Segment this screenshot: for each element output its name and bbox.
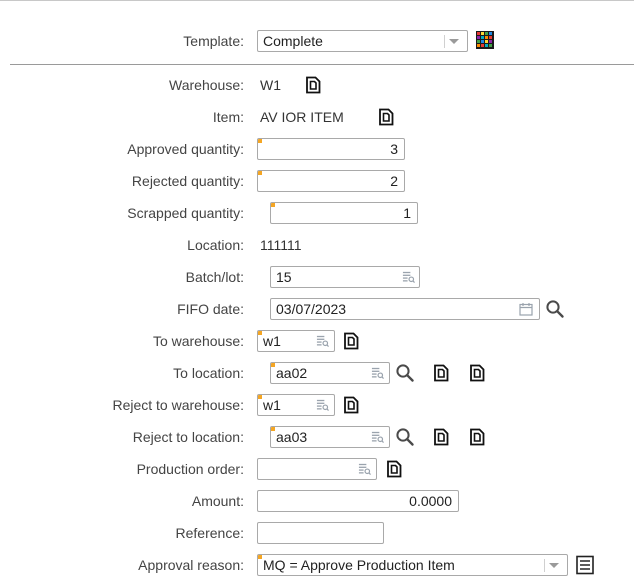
scrapped-quantity-label: Scrapped quantity: [127, 205, 244, 221]
approved-quantity-label: Approved quantity: [127, 141, 244, 157]
to-warehouse-value: w1 [263, 333, 281, 349]
document-icon[interactable] [341, 395, 361, 415]
separator [10, 64, 634, 65]
reject-to-warehouse-input[interactable]: w1 [257, 394, 335, 416]
fifo-date-label: FIFO date: [177, 301, 244, 317]
fifo-date-value: 03/07/2023 [276, 301, 347, 317]
approval-reason-label: Approval reason: [138, 557, 244, 573]
lookup-icon[interactable] [402, 270, 415, 283]
production-order-input[interactable] [257, 458, 377, 480]
rejected-quantity-input[interactable]: 2 [257, 170, 405, 192]
approval-reason-value: MQ = Approve Production Item [263, 557, 455, 573]
search-icon[interactable] [395, 427, 415, 447]
reject-to-warehouse-label: Reject to warehouse: [112, 397, 244, 413]
approved-quantity-value: 3 [390, 141, 398, 157]
document-icon[interactable] [431, 427, 451, 447]
document-icon[interactable] [303, 75, 323, 95]
reference-input[interactable] [257, 522, 384, 544]
item-label: Item: [212, 109, 244, 125]
document-icon[interactable] [467, 363, 487, 383]
template-label: Template: [183, 33, 244, 49]
document-icon[interactable] [341, 331, 361, 351]
item-value: AV IOR ITEM [260, 109, 344, 125]
location-label: Location: [187, 237, 244, 253]
lookup-icon[interactable] [358, 462, 371, 475]
approved-quantity-input[interactable]: 3 [257, 138, 405, 160]
lookup-icon[interactable] [316, 334, 329, 347]
lookup-icon[interactable] [316, 398, 329, 411]
location-value: 111111 [260, 237, 302, 253]
document-icon[interactable] [467, 427, 487, 447]
template-value: Complete [263, 33, 323, 49]
scrapped-quantity-input[interactable]: 1 [270, 202, 418, 224]
document-icon[interactable] [431, 363, 451, 383]
chevron-down-icon[interactable] [549, 563, 559, 568]
production-order-label: Production order: [136, 461, 244, 477]
rejected-quantity-label: Rejected quantity: [131, 173, 244, 189]
reject-to-location-input[interactable]: aa03 [270, 426, 390, 448]
amount-label: Amount: [191, 493, 244, 509]
document-icon[interactable] [384, 459, 404, 479]
template-select-divider [444, 35, 445, 48]
colored-grid-icon[interactable] [475, 30, 495, 50]
lookup-icon[interactable] [371, 430, 384, 443]
scrapped-quantity-value: 1 [403, 205, 411, 221]
chevron-down-icon[interactable] [449, 39, 459, 44]
rejected-quantity-value: 2 [390, 173, 398, 189]
batch-lot-value: 15 [276, 269, 292, 285]
batch-lot-input[interactable]: 15 [270, 266, 420, 288]
reject-to-location-label: Reject to location: [132, 429, 244, 445]
warehouse-value: W1 [260, 77, 281, 93]
amount-value: 0.0000 [409, 493, 452, 509]
to-location-input[interactable]: aa02 [270, 362, 390, 384]
to-warehouse-input[interactable]: w1 [257, 330, 335, 352]
approval-reason-select[interactable]: MQ = Approve Production Item [257, 554, 568, 576]
to-warehouse-label: To warehouse: [152, 333, 244, 349]
lookup-icon[interactable] [371, 366, 384, 379]
template-select[interactable]: Complete [257, 30, 468, 52]
fifo-date-input[interactable]: 03/07/2023 [270, 298, 540, 320]
warehouse-label: Warehouse: [169, 77, 244, 93]
list-icon[interactable] [575, 555, 595, 575]
amount-input[interactable]: 0.0000 [257, 490, 459, 512]
to-location-label: To location: [173, 365, 244, 381]
approval-reason-select-divider [544, 559, 545, 572]
reject-to-location-value: aa03 [276, 429, 308, 445]
calendar-icon[interactable] [519, 302, 533, 316]
search-icon[interactable] [545, 299, 565, 319]
top-border [0, 0, 634, 1]
search-icon[interactable] [395, 363, 415, 383]
document-icon[interactable] [376, 107, 396, 127]
reject-to-warehouse-value: w1 [263, 397, 281, 413]
reference-label: Reference: [175, 525, 244, 541]
batch-lot-label: Batch/lot: [185, 269, 244, 285]
to-location-value: aa02 [276, 365, 308, 381]
